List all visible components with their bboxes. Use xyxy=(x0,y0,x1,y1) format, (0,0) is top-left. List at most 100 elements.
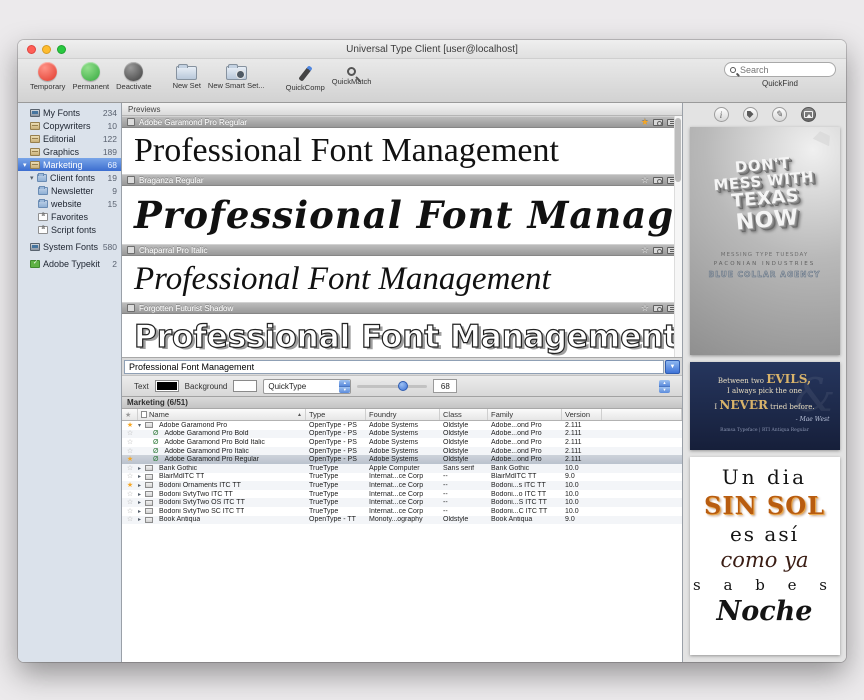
favorite-star-icon[interactable] xyxy=(122,422,138,429)
sidebar-item-client-fonts[interactable]: Client fonts 19 xyxy=(18,171,121,184)
disclosure-triangle[interactable] xyxy=(138,482,145,489)
preview-section-header[interactable]: Adobe Garamond Pro Regular xyxy=(122,116,682,128)
sidebar-item-adobe-typekit[interactable]: Adobe Typekit 2 xyxy=(18,257,121,270)
tags-tab[interactable] xyxy=(742,107,758,122)
preview-section-header[interactable]: Forgotten Futurist Shadow xyxy=(122,302,682,314)
disclosure-triangle[interactable] xyxy=(23,161,30,169)
font-row[interactable]: Bodoni SvtyTwo ITC TT TrueType Internat.… xyxy=(122,490,682,499)
preview-tab[interactable] xyxy=(800,107,816,122)
font-row[interactable]: Adobe Garamond Pro Bold OpenType - PS Ad… xyxy=(122,429,682,439)
disclosure-triangle[interactable] xyxy=(138,491,145,498)
font-row-selected[interactable]: Adobe Garamond Pro Regular OpenType - PS… xyxy=(122,455,682,464)
column-header-version[interactable]: Version xyxy=(562,409,602,420)
column-header-type[interactable]: Type xyxy=(306,409,366,420)
deactivate-button[interactable]: Deactivate xyxy=(116,62,152,91)
column-header-star[interactable] xyxy=(122,409,138,420)
sample-text-input[interactable] xyxy=(124,359,664,374)
font-size-slider[interactable] xyxy=(357,381,428,391)
poster-headline: DON'T MESS WITH TEXAS NOW xyxy=(690,151,840,239)
disclosure-triangle[interactable] xyxy=(138,508,145,515)
search-input[interactable] xyxy=(740,64,830,75)
font-size-value[interactable]: 68 xyxy=(433,379,458,393)
previews-scrollbar[interactable] xyxy=(674,116,682,357)
preview-mode-select[interactable]: QuickType ▲ ▼ xyxy=(263,378,352,394)
sidebar-item-system-fonts[interactable]: System Fonts 580 xyxy=(18,240,121,253)
sidebar-item-favorites[interactable]: Favorites xyxy=(18,210,121,223)
slider-knob[interactable] xyxy=(397,381,408,391)
cell-name: Adobe Garamond Pro Bold Italic xyxy=(164,438,265,446)
snapshot-icon[interactable] xyxy=(653,176,663,184)
permanent-activate-button[interactable]: Permanent xyxy=(72,62,109,91)
favorite-star-icon[interactable] xyxy=(122,430,138,437)
column-header-class[interactable]: Class xyxy=(440,409,488,420)
favorite-star-icon[interactable] xyxy=(122,508,138,515)
quickmatch-button[interactable]: QuickMatch xyxy=(332,62,371,86)
zoom-button[interactable] xyxy=(57,45,66,54)
disclosure-triangle[interactable] xyxy=(138,465,145,472)
minimize-button[interactable] xyxy=(42,45,51,54)
close-button[interactable] xyxy=(27,45,36,54)
favorite-star-icon[interactable] xyxy=(122,482,138,489)
search-field[interactable] xyxy=(724,62,836,77)
favorite-star-icon[interactable] xyxy=(641,176,649,185)
temporary-activate-button[interactable]: Temporary xyxy=(30,62,65,91)
cell-family: Book Antiqua xyxy=(491,516,533,524)
favorite-star-icon[interactable] xyxy=(122,448,138,455)
font-row[interactable]: Bodoni SvtyTwo OS ITC TT TrueType Intern… xyxy=(122,498,682,507)
snapshot-icon[interactable] xyxy=(653,118,663,126)
sidebar-item-marketing[interactable]: Marketing 68 xyxy=(18,158,121,171)
column-header-foundry[interactable]: Foundry xyxy=(366,409,440,420)
favorite-star-icon[interactable] xyxy=(122,465,138,472)
cell-type: TrueType xyxy=(309,473,339,481)
disclosure-triangle[interactable] xyxy=(138,499,145,506)
info-tab[interactable]: i xyxy=(713,107,729,122)
sample-history-dropdown-icon[interactable] xyxy=(665,359,680,374)
font-suitcase-icon xyxy=(145,508,153,515)
licenses-tab[interactable]: ✎ xyxy=(771,107,787,122)
scrollbar-thumb[interactable] xyxy=(675,118,681,182)
titlebar[interactable]: Universal Type Client [user@localhost] xyxy=(18,40,846,59)
new-set-button[interactable]: New Set xyxy=(173,62,201,90)
disclosure-triangle[interactable] xyxy=(138,473,145,480)
preview-section-header[interactable]: Chaparral Pro Italic xyxy=(122,244,682,256)
font-size-stepper[interactable]: ▲ ▼ xyxy=(659,379,670,393)
font-row[interactable]: Bodoni SvtyTwo SC ITC TT TrueType Intern… xyxy=(122,507,682,516)
sidebar-item-editorial[interactable]: Editorial 122 xyxy=(18,132,121,145)
quickcomp-button[interactable]: QuickComp xyxy=(286,62,325,92)
sidebar-item-graphics[interactable]: Graphics 189 xyxy=(18,145,121,158)
snapshot-icon[interactable] xyxy=(653,246,663,254)
favorite-star-icon[interactable] xyxy=(122,439,138,446)
sidebar-item-newsletter[interactable]: Newsletter 9 xyxy=(18,184,121,197)
column-header-name[interactable]: Name ▲ xyxy=(138,409,306,420)
font-row[interactable]: Bank Gothic TrueType Apple Computer Sans… xyxy=(122,463,682,473)
new-smart-set-button[interactable]: New Smart Set... xyxy=(208,62,265,90)
favorite-star-icon[interactable] xyxy=(122,456,138,463)
favorite-star-icon[interactable] xyxy=(641,304,649,313)
font-row[interactable]: Book Antiqua OpenType - TT Monoty...ogra… xyxy=(122,515,682,525)
favorite-star-icon[interactable] xyxy=(122,491,138,498)
favorite-star-icon[interactable] xyxy=(122,473,138,480)
background-color-swatch[interactable] xyxy=(233,380,258,392)
favorite-star-icon[interactable] xyxy=(122,499,138,506)
previews-panel-header: Previews xyxy=(122,103,682,116)
snapshot-icon[interactable] xyxy=(653,304,663,312)
font-row[interactable]: Adobe Garamond Pro Bold Italic OpenType … xyxy=(122,438,682,447)
favorite-star-icon[interactable] xyxy=(122,516,138,523)
disclosure-triangle[interactable] xyxy=(138,422,145,429)
font-row[interactable]: BlairMdITC TT TrueType Internat...ce Cor… xyxy=(122,473,682,482)
column-header-family[interactable]: Family xyxy=(488,409,562,420)
font-row[interactable]: Adobe Garamond Pro OpenType - PS Adobe S… xyxy=(122,421,682,430)
sidebar-item-copywriters[interactable]: Copywriters 10 xyxy=(18,119,121,132)
text-color-swatch[interactable] xyxy=(154,380,179,392)
favorite-star-icon[interactable] xyxy=(641,246,649,255)
font-row[interactable]: Bodoni Ornaments ITC TT TrueType Interna… xyxy=(122,481,682,490)
font-sample-poster-texas: DON'T MESS WITH TEXAS NOW MESSING TYPE T… xyxy=(689,127,840,355)
sidebar-item-my-fonts[interactable]: My Fonts 234 xyxy=(18,106,121,119)
disclosure-triangle[interactable] xyxy=(30,174,37,182)
disclosure-triangle[interactable] xyxy=(138,516,145,523)
sidebar-item-script-fonts[interactable]: Script fonts xyxy=(18,223,121,236)
preview-section-header[interactable]: Braganza Regular xyxy=(122,174,682,186)
sidebar-item-website[interactable]: website 15 xyxy=(18,197,121,210)
favorite-star-icon[interactable] xyxy=(641,118,649,127)
font-row[interactable]: Adobe Garamond Pro Italic OpenType - PS … xyxy=(122,446,682,456)
